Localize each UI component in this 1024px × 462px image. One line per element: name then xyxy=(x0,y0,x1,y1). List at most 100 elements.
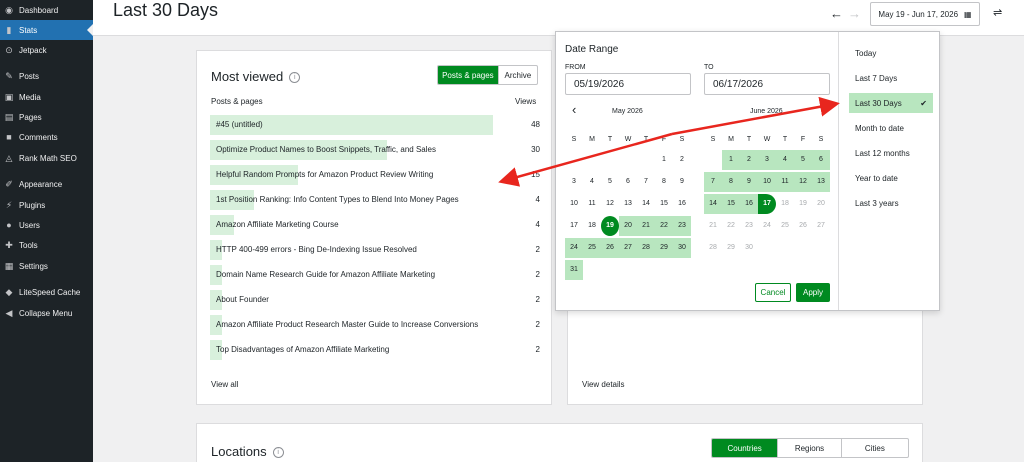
from-date-input[interactable]: 05/19/2026 xyxy=(565,73,691,95)
preset-last-7-days[interactable]: Last 7 Days xyxy=(849,68,933,88)
list-item[interactable]: Helpful Random Prompts for Amazon Produc… xyxy=(210,165,540,185)
calendar-day-may[interactable]: 1 xyxy=(655,150,673,170)
post-title[interactable]: 1st Position Ranking: Info Content Types… xyxy=(216,195,459,204)
calendar-day-may[interactable]: 30 xyxy=(673,238,691,258)
calendar-day-june[interactable]: 4 xyxy=(776,150,794,170)
list-item[interactable]: #45 (untitled) 48 xyxy=(210,115,540,135)
calendar-day-may[interactable]: 31 xyxy=(565,260,583,280)
list-item[interactable]: 1st Position Ranking: Info Content Types… xyxy=(210,190,540,210)
sidebar-item-media[interactable]: ▣ Media xyxy=(0,87,93,107)
calendar-day-may[interactable]: 20 xyxy=(619,216,637,236)
calendar-day-june[interactable]: 6 xyxy=(812,150,830,170)
sidebar-item-plugins[interactable]: ⚡ Plugins xyxy=(0,195,93,215)
sidebar-item-comments[interactable]: ■ Comments xyxy=(0,127,93,147)
calendar-day-june[interactable]: 14 xyxy=(704,194,722,214)
sidebar-item-rank-math-seo[interactable]: ◬ Rank Math SEO xyxy=(0,148,93,168)
calendar-day-june[interactable]: 28 xyxy=(704,238,722,258)
sidebar-item-settings[interactable]: ▦ Settings xyxy=(0,256,93,276)
calendar-day-may[interactable]: 26 xyxy=(601,238,619,258)
calendar-day-june[interactable]: 26 xyxy=(794,216,812,236)
list-item[interactable]: About Founder 2 xyxy=(210,290,540,310)
sidebar-item-stats[interactable]: ▮ Stats xyxy=(0,20,93,40)
filter-icon[interactable]: ⇌ xyxy=(993,6,1002,19)
calendar-day-june[interactable]: 15 xyxy=(722,194,740,214)
calendar-day-june[interactable]: 16 xyxy=(740,194,758,214)
sidebar-item-posts[interactable]: ✎ Posts xyxy=(0,66,93,86)
sidebar-item-jetpack[interactable]: ⊙ Jetpack xyxy=(0,40,93,60)
calendar-day-june[interactable]: 2 xyxy=(740,150,758,170)
sidebar-item-appearance[interactable]: ✐ Appearance xyxy=(0,174,93,194)
prev-period-arrow-icon[interactable]: ← xyxy=(830,6,843,21)
calendar-day-june[interactable]: 7 xyxy=(704,172,722,192)
list-item[interactable]: Top Disadvantages of Amazon Affiliate Ma… xyxy=(210,340,540,360)
calendar-day-june[interactable]: 23 xyxy=(740,216,758,236)
sidebar-item-users[interactable]: ● Users xyxy=(0,215,93,235)
calendar-day-june[interactable]: 22 xyxy=(722,216,740,236)
calendar-day-june[interactable]: 27 xyxy=(812,216,830,236)
calendar-day-may[interactable]: 27 xyxy=(619,238,637,258)
calendar-day-june[interactable]: 11 xyxy=(776,172,794,192)
calendar-day-june[interactable]: 12 xyxy=(794,172,812,192)
sidebar-item-collapse-menu[interactable]: ◀ Collapse Menu xyxy=(0,303,93,323)
info-icon[interactable]: i xyxy=(289,72,301,84)
calendar-day-june[interactable]: 3 xyxy=(758,150,776,170)
calendar-day-may[interactable]: 15 xyxy=(655,194,673,214)
calendar-day-june[interactable]: 20 xyxy=(812,194,830,214)
preset-month-to-date[interactable]: Month to date xyxy=(849,118,933,138)
post-title[interactable]: Top Disadvantages of Amazon Affiliate Ma… xyxy=(216,345,389,354)
calendar-day-june[interactable]: 30 xyxy=(740,238,758,258)
calendar-day-june[interactable]: 5 xyxy=(794,150,812,170)
calendar-day-june[interactable]: 10 xyxy=(758,172,776,192)
prev-month-icon[interactable]: ‹ xyxy=(572,102,576,117)
sidebar-item-litespeed-cache[interactable]: ◆ LiteSpeed Cache xyxy=(0,282,93,302)
view-all-link[interactable]: View all xyxy=(211,380,238,389)
view-details-link[interactable]: View details xyxy=(582,380,625,389)
calendar-day-may[interactable]: 16 xyxy=(673,194,691,214)
calendar-day-june[interactable]: 9 xyxy=(740,172,758,192)
list-item[interactable]: Domain Name Research Guide for Amazon Af… xyxy=(210,265,540,285)
calendar-day-may[interactable]: 14 xyxy=(637,194,655,214)
calendar-day-may[interactable]: 3 xyxy=(565,172,583,192)
calendar-day-may[interactable]: 12 xyxy=(601,194,619,214)
calendar-day-may[interactable]: 11 xyxy=(583,194,601,214)
calendar-day-may[interactable]: 18 xyxy=(583,216,601,236)
calendar-day-may[interactable]: 10 xyxy=(565,194,583,214)
calendar-day-june[interactable]: 17 xyxy=(758,194,776,214)
calendar-day-june[interactable]: 21 xyxy=(704,216,722,236)
calendar-day-june[interactable]: 1 xyxy=(722,150,740,170)
calendar-day-june[interactable]: 24 xyxy=(758,216,776,236)
sidebar-item-dashboard[interactable]: ◉ Dashboard xyxy=(0,0,93,20)
apply-button[interactable]: Apply xyxy=(796,283,830,302)
calendar-day-may[interactable]: 22 xyxy=(655,216,673,236)
calendar-day-may[interactable]: 24 xyxy=(565,238,583,258)
calendar-day-may[interactable]: 28 xyxy=(637,238,655,258)
calendar-day-may[interactable]: 8 xyxy=(655,172,673,192)
tab-cities[interactable]: Cities xyxy=(842,439,908,457)
date-range-button[interactable]: May 19 - Jun 17, 2026 ▦ xyxy=(870,2,980,26)
post-title[interactable]: Helpful Random Prompts for Amazon Produc… xyxy=(216,170,433,179)
preset-last-30-days[interactable]: Last 30 Days ✔ xyxy=(849,93,933,113)
calendar-day-may[interactable]: 5 xyxy=(601,172,619,192)
sidebar-item-pages[interactable]: ▤ Pages xyxy=(0,107,93,127)
calendar-day-june[interactable]: 8 xyxy=(722,172,740,192)
toggle-posts-pages[interactable]: Posts & pages xyxy=(438,66,499,84)
calendar-day-may[interactable]: 6 xyxy=(619,172,637,192)
next-period-arrow-icon[interactable]: → xyxy=(848,6,861,21)
calendar-day-may[interactable]: 21 xyxy=(637,216,655,236)
post-title[interactable]: Amazon Affiliate Product Research Master… xyxy=(216,320,478,329)
calendar-day-may[interactable]: 25 xyxy=(583,238,601,258)
list-item[interactable]: Amazon Affiliate Product Research Master… xyxy=(210,315,540,335)
sidebar-item-tools[interactable]: ✚ Tools xyxy=(0,235,93,255)
info-icon[interactable]: i xyxy=(272,447,284,459)
list-item[interactable]: HTTP 400-499 errors - Bing De-Indexing I… xyxy=(210,240,540,260)
preset-last-3-years[interactable]: Last 3 years xyxy=(849,193,933,213)
calendar-day-may[interactable]: 17 xyxy=(565,216,583,236)
calendar-day-may[interactable]: 9 xyxy=(673,172,691,192)
cancel-button[interactable]: Cancel xyxy=(755,283,791,302)
calendar-day-may[interactable]: 2 xyxy=(673,150,691,170)
tab-countries[interactable]: Countries xyxy=(712,439,779,457)
calendar-day-may[interactable]: 4 xyxy=(583,172,601,192)
list-item[interactable]: Amazon Affiliate Marketing Course 4 xyxy=(210,215,540,235)
to-date-input[interactable]: 06/17/2026 xyxy=(704,73,830,95)
calendar-day-may[interactable]: 7 xyxy=(637,172,655,192)
